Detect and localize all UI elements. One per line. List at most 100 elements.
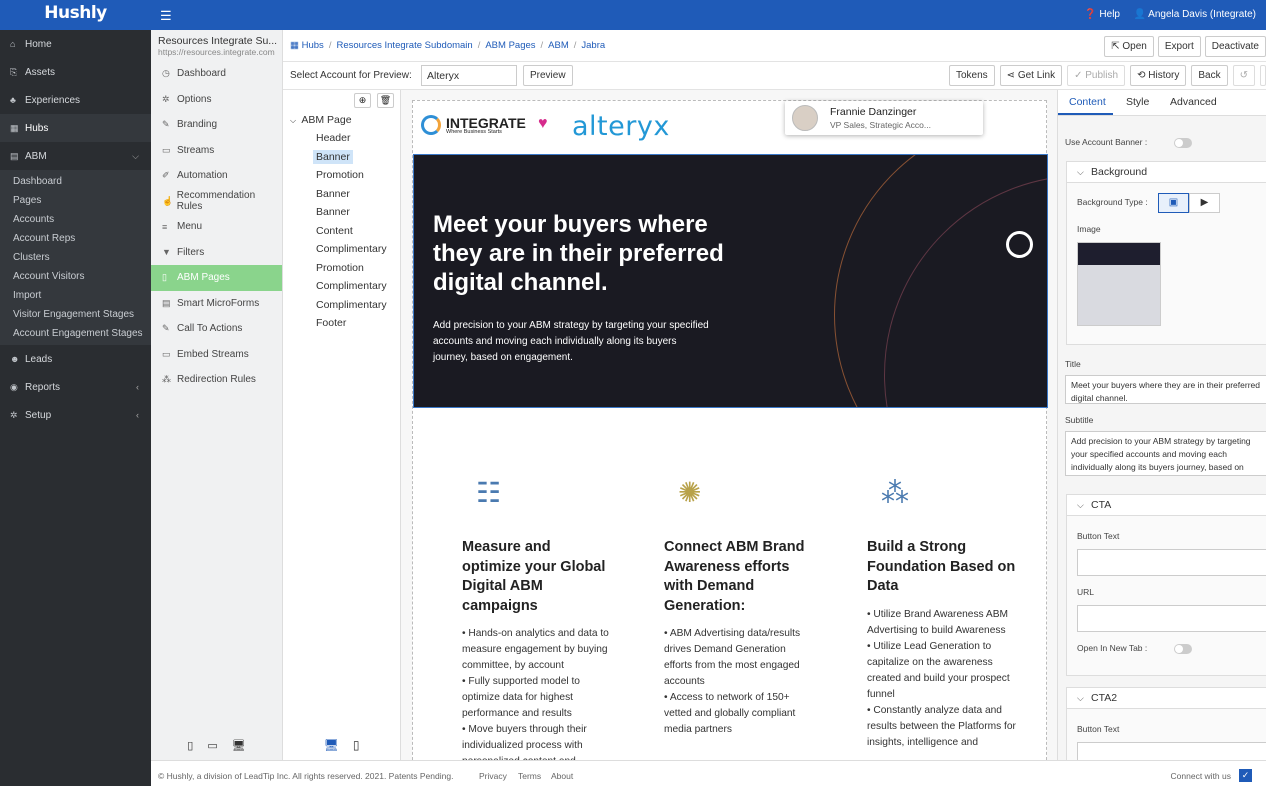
tablet-icon[interactable]: ▭	[207, 739, 217, 752]
sidebar-item-experiences[interactable]: ♣ Experiences	[0, 86, 151, 114]
subtitle-field[interactable]: Add precision to your ABM strategy by ta…	[1065, 431, 1266, 476]
hub-item-branding[interactable]: ✎ Branding	[151, 112, 282, 138]
tree-node[interactable]: Complimentary	[283, 296, 400, 315]
hub-url[interactable]: https://resources.integrate.com	[151, 47, 282, 61]
breadcrumb-item[interactable]: Jabra	[581, 40, 605, 51]
tree-node-label: Banner	[316, 206, 350, 218]
hero-banner[interactable]: Meet your buyers where they are in their…	[413, 154, 1048, 408]
tree-node[interactable]: Promotion	[283, 259, 400, 278]
app-logo[interactable]: Hushly	[0, 0, 151, 30]
breadcrumb-item[interactable]: ABM Pages	[485, 40, 535, 51]
user-menu[interactable]: 👤 Angela Davis (Integrate)	[1133, 9, 1256, 20]
hub-item-recommendation-rules[interactable]: ☝ Recommendation Rules	[151, 189, 282, 215]
get-link-button[interactable]: ⋖ Get Link	[999, 65, 1063, 86]
sidebar-item-leads[interactable]: ☻ Leads	[0, 345, 151, 373]
undo-button[interactable]: ↺	[1232, 65, 1255, 86]
phone-icon[interactable]: ▯	[353, 738, 360, 752]
sidebar-item-reports[interactable]: ◉ Reports ‹	[0, 373, 151, 401]
tree-node[interactable]: Banner	[283, 185, 400, 204]
hub-item-automation[interactable]: ✐ Automation	[151, 163, 282, 189]
tab-advanced[interactable]: Advanced	[1170, 96, 1217, 108]
trash-icon[interactable]: 🗑	[377, 93, 394, 108]
sidebar-subitem[interactable]: Account Engagement Stages	[0, 324, 151, 343]
sidebar-item-assets[interactable]: ⎘ Assets	[0, 58, 151, 86]
tree-node[interactable]: Header	[283, 129, 400, 148]
title-field[interactable]: Meet your buyers where they are in their…	[1065, 375, 1266, 404]
video-type-icon[interactable]: ▶	[1189, 193, 1220, 213]
open-new-tab-toggle[interactable]	[1174, 644, 1192, 654]
breadcrumb-item[interactable]: Resources Integrate Subdomain	[336, 40, 472, 51]
sidebar-item-hubs[interactable]: ▦ Hubs	[0, 114, 151, 142]
hub-item-embed-streams[interactable]: ▭ Embed Streams	[151, 342, 282, 368]
tree-node[interactable]: Banner	[283, 148, 400, 167]
help-link[interactable]: ❓ Help	[1084, 9, 1120, 20]
back-button[interactable]: Back	[1191, 65, 1228, 86]
cta2-button-text-input[interactable]	[1077, 742, 1266, 760]
publish-button[interactable]: ✓ Publish	[1067, 65, 1126, 86]
hub-item-dashboard[interactable]: ◷ Dashboard	[151, 61, 282, 87]
breadcrumb-item[interactable]: ABM	[548, 40, 569, 51]
account-select-input[interactable]	[421, 65, 517, 86]
use-account-banner-toggle[interactable]	[1174, 138, 1192, 148]
hub-item-filters[interactable]: ▼ Filters	[151, 240, 282, 266]
hub-item-call-to-actions[interactable]: ✎ Call To Actions	[151, 316, 282, 342]
desktop-icon[interactable]: 🖥	[232, 739, 246, 752]
sidebar-subitem[interactable]: Pages	[0, 191, 151, 210]
sidebar-subitem[interactable]: Dashboard	[0, 172, 151, 191]
sidebar-item-setup[interactable]: ✲ Setup ‹	[0, 401, 151, 429]
hub-item-menu[interactable]: ≡ Menu	[151, 214, 282, 240]
desktop-icon[interactable]: 🖥	[324, 738, 339, 752]
account-rep-card[interactable]: Frannie Danzinger VP Sales, Strategic Ac…	[785, 101, 983, 135]
cta2-section-header[interactable]: ⌵ CTA2	[1067, 688, 1266, 709]
open-button[interactable]: ⇱ Open	[1104, 36, 1154, 57]
title-label: Title	[1065, 359, 1081, 369]
cta-url-input[interactable]	[1077, 605, 1266, 632]
tree-node-label: Promotion	[316, 169, 364, 181]
url-label: URL	[1077, 587, 1095, 597]
tree-node[interactable]: Promotion	[283, 166, 400, 185]
twitter-icon[interactable]: ✓	[1239, 769, 1252, 782]
tree-node[interactable]: Complimentary	[283, 240, 400, 259]
cta-section-header[interactable]: ⌵ CTA	[1067, 495, 1266, 516]
chevron-left-icon: ‹	[136, 410, 139, 420]
hub-item-streams[interactable]: ▭ Streams	[151, 138, 282, 164]
privacy-link[interactable]: Privacy	[479, 771, 507, 781]
breadcrumb-item[interactable]: Hubs	[302, 40, 324, 51]
sidebar-subitem[interactable]: Import	[0, 286, 151, 305]
hub-item-options[interactable]: ✲ Options	[151, 87, 282, 113]
tree-node[interactable]: Complimentary	[283, 277, 400, 296]
sidebar-subitem[interactable]: Accounts	[0, 210, 151, 229]
sidebar-subitem[interactable]: Account Visitors	[0, 267, 151, 286]
background-image-thumbnail[interactable]	[1077, 242, 1161, 326]
history-button[interactable]: ⟲ History	[1130, 65, 1187, 86]
hub-item-abm-pages[interactable]: ▯ ABM Pages	[151, 265, 282, 291]
terms-link[interactable]: Terms	[518, 771, 541, 781]
redo-button[interactable]	[1260, 65, 1266, 86]
tab-content[interactable]: Content	[1069, 96, 1106, 108]
preview-header[interactable]: INTEGRATE Where Business Starts ♥ alteryx…	[413, 101, 1046, 154]
sidebar-item-abm[interactable]: ▤ ABM ⌵	[0, 142, 151, 170]
sidebar-item-home[interactable]: ⌂ Home	[0, 30, 151, 58]
preview-button[interactable]: Preview	[523, 65, 573, 86]
tokens-button[interactable]: Tokens	[948, 65, 995, 86]
cta-button-text-input[interactable]	[1077, 549, 1266, 576]
tree-node[interactable]: Content	[283, 222, 400, 241]
sidebar-subitem[interactable]: Clusters	[0, 248, 151, 267]
tab-style[interactable]: Style	[1126, 96, 1149, 108]
sidebar-subitem[interactable]: Visitor Engagement Stages	[0, 305, 151, 324]
sidebar-subitem[interactable]: Account Reps	[0, 229, 151, 248]
background-section-header[interactable]: ⌵ Background	[1067, 162, 1266, 183]
phone-icon[interactable]: ▯	[187, 739, 193, 752]
deactivate-button[interactable]: Deactivate	[1204, 36, 1266, 57]
tree-root[interactable]: ⌵ ABM Page	[283, 111, 400, 129]
tree-node[interactable]: Banner	[283, 203, 400, 222]
tree-node-label: Complimentary	[316, 280, 387, 292]
image-type-icon[interactable]: ▣	[1158, 193, 1189, 213]
tree-node[interactable]: Footer	[283, 314, 400, 333]
hub-item-redirection-rules[interactable]: ⁂ Redirection Rules	[151, 367, 282, 393]
hub-item-smart-microforms[interactable]: ▤ Smart MicroForms	[151, 291, 282, 317]
export-button[interactable]: Export	[1157, 36, 1201, 57]
add-block-icon[interactable]: ⊕	[354, 93, 371, 108]
about-link[interactable]: About	[551, 771, 573, 781]
menu-toggle-icon[interactable]: ☰	[160, 8, 172, 24]
